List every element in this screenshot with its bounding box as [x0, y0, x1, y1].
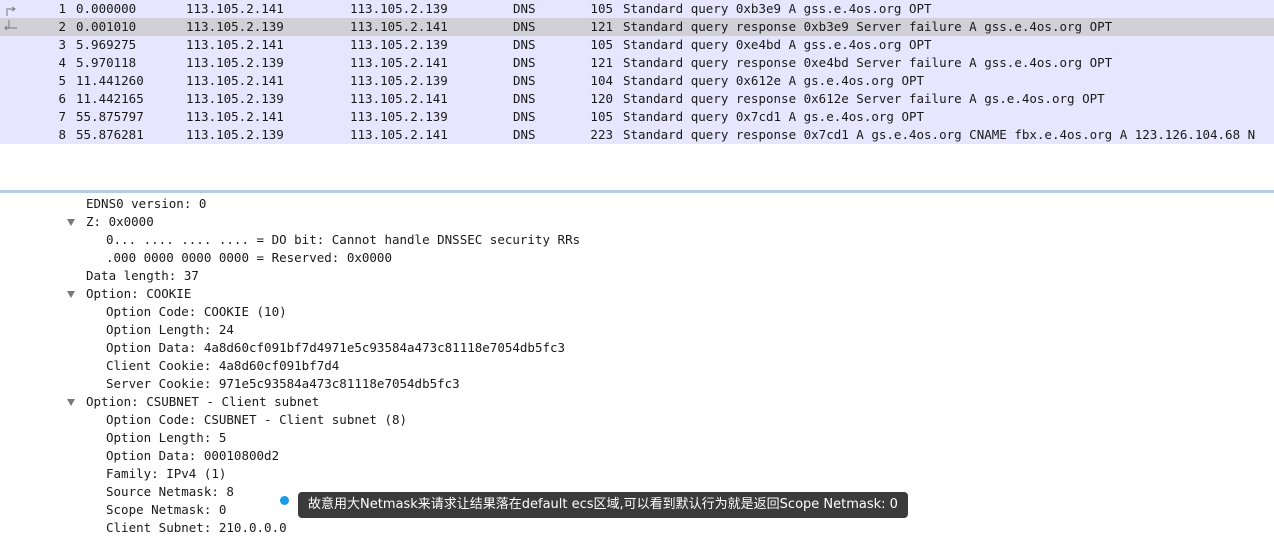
packet-destination: 113.105.2.141 [350, 91, 448, 106]
packet-length: 104 [590, 73, 613, 88]
detail-row[interactable]: Client Subnet: 210.0.0.0 [106, 519, 287, 537]
packet-time: 55.875797 [76, 109, 144, 124]
packet-no: 1 [58, 1, 66, 16]
packet-length: 121 [590, 19, 613, 34]
expand-triangle-icon[interactable] [67, 291, 75, 298]
packet-destination: 113.105.2.141 [350, 127, 448, 142]
packet-info: Standard query response 0xb3e9 Server fa… [623, 19, 1113, 34]
packet-protocol: DNS [513, 91, 536, 106]
packet-length: 105 [590, 109, 613, 124]
expand-triangle-icon[interactable] [67, 399, 75, 406]
packet-source: 113.105.2.139 [186, 55, 284, 70]
packet-info: Standard query response 0xe4bd Server fa… [623, 55, 1113, 70]
detail-row[interactable]: Option: COOKIE [86, 285, 191, 303]
packet-length: 120 [590, 91, 613, 106]
detail-row[interactable]: .000 0000 0000 0000 = Reserved: 0x0000 [106, 249, 392, 267]
packet-no: 4 [58, 55, 66, 70]
packet-destination: 113.105.2.139 [350, 109, 448, 124]
packet-row[interactable]: 4 5.970118 113.105.2.139 113.105.2.141 DNS 12… [0, 54, 1274, 72]
request-arrow-icon [6, 6, 16, 16]
detail-row[interactable]: Option Code: CSUBNET - Client subnet (8) [106, 411, 407, 429]
packet-time: 11.442165 [76, 91, 144, 106]
detail-row[interactable]: Family: IPv4 (1) [106, 465, 226, 483]
packet-protocol: DNS [513, 73, 536, 88]
packet-no: 8 [58, 127, 66, 142]
expand-triangle-icon[interactable] [67, 219, 75, 226]
packet-no: 5 [58, 73, 66, 88]
packet-destination: 113.105.2.141 [350, 19, 448, 34]
packet-protocol: DNS [513, 19, 536, 34]
packet-source: 113.105.2.141 [186, 73, 284, 88]
packet-list[interactable]: 1 0.000000 113.105.2.141 113.105.2.139 DNS 10… [0, 0, 1274, 190]
packet-protocol: DNS [513, 127, 536, 142]
packet-length: 223 [590, 127, 613, 142]
detail-row[interactable]: Data length: 37 [86, 267, 199, 285]
response-arrow-icon [4, 20, 17, 31]
detail-row[interactable]: Option Data: 4a8d60cf091bf7d4971e5c93584… [106, 339, 565, 357]
packet-time: 11.441260 [76, 73, 144, 88]
packet-destination: 113.105.2.141 [350, 55, 448, 70]
detail-row[interactable]: Option Data: 00010800d2 [106, 447, 279, 465]
packet-source: 113.105.2.141 [186, 37, 284, 52]
packet-info: Standard query 0xb3e9 A gss.e.4os.org OP… [623, 1, 932, 16]
packet-no: 7 [58, 109, 66, 124]
detail-row[interactable]: Z: 0x0000 [86, 213, 154, 231]
packet-destination: 113.105.2.139 [350, 73, 448, 88]
detail-row[interactable]: Option Code: COOKIE (10) [106, 303, 287, 321]
packet-row[interactable]: 8 55.876281 113.105.2.139 113.105.2.141 DNS 2… [0, 126, 1274, 144]
annotation-bubble: 故意用大Netmask来请求让结果落在default ecs区域,可以看到默认行… [298, 492, 908, 518]
packet-destination: 113.105.2.139 [350, 37, 448, 52]
packet-row[interactable]: 7 55.875797 113.105.2.141 113.105.2.139 DNS 1… [0, 108, 1274, 126]
packet-protocol: DNS [513, 109, 536, 124]
packet-row[interactable]: 6 11.442165 113.105.2.139 113.105.2.141 DNS 1… [0, 90, 1274, 108]
packet-no: 6 [58, 91, 66, 106]
packet-info: Standard query response 0x612e Server fa… [623, 91, 1105, 106]
packet-length: 121 [590, 55, 613, 70]
packet-info: Standard query 0x612e A gs.e.4os.org OPT [623, 73, 925, 88]
packet-protocol: DNS [513, 37, 536, 52]
detail-row[interactable]: Source Netmask: 8 [106, 483, 234, 501]
packet-source: 113.105.2.141 [186, 1, 284, 16]
packet-time: 5.969275 [76, 37, 137, 52]
packet-no: 2 [58, 19, 66, 34]
detail-row[interactable]: Scope Netmask: 0 [106, 501, 226, 519]
detail-row[interactable]: EDNS0 version: 0 [86, 195, 206, 213]
packet-row[interactable]: 5 11.441260 113.105.2.141 113.105.2.139 DNS 1… [0, 72, 1274, 90]
packet-time: 55.876281 [76, 127, 144, 142]
packet-length: 105 [590, 37, 613, 52]
packet-length: 105 [590, 1, 613, 16]
detail-row[interactable]: Client Cookie: 4a8d60cf091bf7d4 [106, 357, 339, 375]
packet-time: 0.001010 [76, 19, 137, 34]
packet-row[interactable]: 2 0.001010 113.105.2.139 113.105.2.141 DNS 12… [0, 18, 1274, 36]
packet-row[interactable]: 3 5.969275 113.105.2.141 113.105.2.139 DNS 10… [0, 36, 1274, 54]
annotation-marker [280, 496, 289, 505]
packet-time: 5.970118 [76, 55, 137, 70]
detail-row[interactable]: Option: CSUBNET - Client subnet [86, 393, 319, 411]
detail-row[interactable]: 0... .... .... .... = DO bit: Cannot han… [106, 231, 580, 249]
detail-row[interactable]: Option Length: 24 [106, 321, 234, 339]
packet-row[interactable]: 1 0.000000 113.105.2.141 113.105.2.139 DNS 10… [0, 0, 1274, 18]
packet-destination: 113.105.2.139 [350, 1, 448, 16]
packet-info: Standard query 0x7cd1 A gs.e.4os.org OPT [623, 109, 925, 124]
packet-info: Standard query response 0x7cd1 A gs.e.4o… [623, 127, 1256, 142]
detail-row[interactable]: Option Length: 5 [106, 429, 226, 447]
packet-protocol: DNS [513, 1, 536, 16]
detail-row[interactable]: Server Cookie: 971e5c93584a473c81118e705… [106, 375, 460, 393]
packet-details-pane[interactable]: EDNS0 version: 0 Z: 0x0000 0... .... .... … [0, 193, 1274, 541]
packet-protocol: DNS [513, 55, 536, 70]
packet-time: 0.000000 [76, 1, 137, 16]
packet-source: 113.105.2.139 [186, 91, 284, 106]
packet-source: 113.105.2.141 [186, 109, 284, 124]
packet-no: 3 [58, 37, 66, 52]
packet-info: Standard query 0xe4bd A gss.e.4os.org OP… [623, 37, 932, 52]
packet-source: 113.105.2.139 [186, 127, 284, 142]
packet-source: 113.105.2.139 [186, 19, 284, 34]
